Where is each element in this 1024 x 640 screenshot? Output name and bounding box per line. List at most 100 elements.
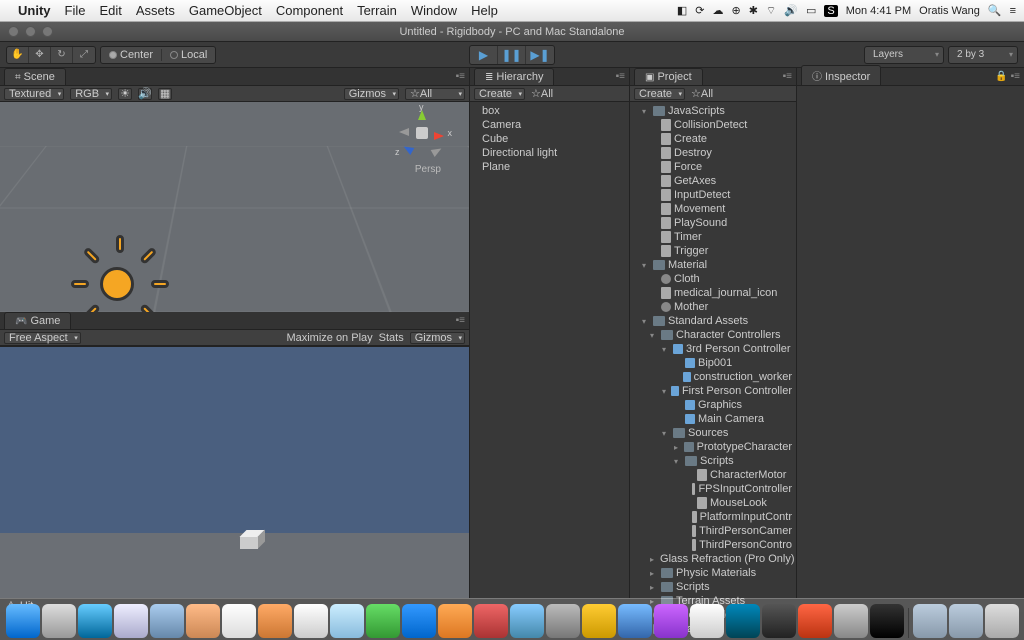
project-item[interactable]: MouseLook — [630, 496, 796, 510]
minimize-window-button[interactable] — [25, 26, 36, 37]
orientation-gizmo[interactable]: y x z — [399, 110, 444, 155]
rotate-tool[interactable]: ↻ — [51, 47, 73, 63]
menu-component[interactable]: Component — [276, 3, 343, 18]
project-item[interactable]: Create — [630, 132, 796, 146]
dock-messages[interactable] — [330, 604, 364, 638]
project-item[interactable]: ▸Physic Materials — [630, 566, 796, 580]
render-mode-dropdown[interactable]: RGB — [70, 88, 112, 100]
game-gizmos-dropdown[interactable]: Gizmos — [410, 332, 465, 344]
hierarchy-search[interactable]: ☆All — [531, 87, 553, 100]
dock-launchpad[interactable] — [42, 604, 76, 638]
dock-qq[interactable] — [690, 604, 724, 638]
stats-toggle[interactable]: Stats — [379, 332, 404, 344]
scale-tool[interactable]: ⤢ — [73, 47, 95, 63]
project-item[interactable]: Main Camera — [630, 412, 796, 426]
move-tool[interactable]: ✥ — [29, 47, 51, 63]
dock-itunes[interactable] — [402, 604, 436, 638]
project-item[interactable]: Movement — [630, 202, 796, 216]
dock-calendar[interactable] — [222, 604, 256, 638]
project-item[interactable]: ThirdPersonCamer — [630, 524, 796, 538]
dock-app[interactable] — [582, 604, 616, 638]
hand-tool[interactable]: ✋ — [7, 47, 29, 63]
hierarchy-item[interactable]: Directional light — [470, 146, 629, 160]
panel-menu-icon[interactable]: ▪≡ — [783, 71, 792, 82]
project-item[interactable]: GetAxes — [630, 174, 796, 188]
scene-viewport[interactable]: y x z Persp — [0, 102, 469, 312]
project-item[interactable]: ▾Standard Assets — [630, 314, 796, 328]
project-item[interactable]: ▾First Person Controller — [630, 384, 796, 398]
menu-file[interactable]: File — [65, 3, 86, 18]
hierarchy-tab[interactable]: ≣Hierarchy — [474, 68, 554, 85]
dock-trash[interactable] — [985, 604, 1019, 638]
project-item[interactable]: CollisionDetect — [630, 118, 796, 132]
project-search[interactable]: ☆All — [691, 87, 713, 100]
dock-notes[interactable] — [258, 604, 292, 638]
dock-app[interactable] — [834, 604, 868, 638]
dock-preview[interactable] — [510, 604, 544, 638]
tray-icon[interactable]: ⊕ — [731, 4, 740, 17]
dock-app[interactable] — [618, 604, 652, 638]
pause-button[interactable]: ❚❚ — [498, 46, 526, 64]
dock-appstore[interactable] — [78, 604, 112, 638]
dock-app[interactable] — [654, 604, 688, 638]
aspect-dropdown[interactable]: Free Aspect — [4, 332, 81, 344]
tray-wifi-icon[interactable]: ⌔ — [766, 4, 776, 18]
project-item[interactable]: ▾JavaScripts — [630, 104, 796, 118]
dock-app[interactable] — [798, 604, 832, 638]
menu-gameobject[interactable]: GameObject — [189, 3, 262, 18]
scene-tab[interactable]: ⌗Scene — [4, 68, 66, 85]
project-item[interactable]: ▾Scripts — [630, 454, 796, 468]
hierarchy-item[interactable]: Cube — [470, 132, 629, 146]
project-item[interactable]: ▸PrototypeCharacter — [630, 440, 796, 454]
project-item[interactable]: FPSInputController — [630, 482, 796, 496]
project-item[interactable]: ▾3rd Person Controller — [630, 342, 796, 356]
tray-user[interactable]: Oratis Wang — [919, 5, 980, 17]
notification-icon[interactable]: ≡ — [1010, 5, 1016, 17]
project-item[interactable]: medical_journal_icon — [630, 286, 796, 300]
project-item[interactable]: CharacterMotor — [630, 468, 796, 482]
project-item[interactable]: Force — [630, 160, 796, 174]
panel-menu-icon[interactable]: ▪≡ — [456, 315, 465, 326]
dock-ibooks[interactable] — [438, 604, 472, 638]
project-item[interactable]: ThirdPersonContro — [630, 538, 796, 552]
dock-mail[interactable] — [150, 604, 184, 638]
dock-facetime[interactable] — [366, 604, 400, 638]
project-item[interactable]: Destroy — [630, 146, 796, 160]
draw-mode-dropdown[interactable]: Textured — [4, 88, 64, 100]
hierarchy-create-dropdown[interactable]: Create — [474, 88, 525, 100]
app-menu[interactable]: Unity — [18, 3, 51, 18]
project-create-dropdown[interactable]: Create — [634, 88, 685, 100]
project-item[interactable]: Bip001 — [630, 356, 796, 370]
dock-folder[interactable] — [913, 604, 947, 638]
panel-menu-icon[interactable]: ▪≡ — [616, 71, 625, 82]
panel-menu-icon[interactable]: 🔒 ▪≡ — [995, 71, 1020, 82]
tray-volume-icon[interactable]: 🔊 — [784, 4, 798, 17]
scene-audio-toggle[interactable]: 🔊 — [138, 88, 152, 100]
hierarchy-item[interactable]: box — [470, 104, 629, 118]
project-item[interactable]: construction_worker — [630, 370, 796, 384]
maximize-on-play-toggle[interactable]: Maximize on Play — [286, 332, 372, 344]
layers-dropdown[interactable]: Layers — [864, 46, 944, 64]
dock-terminal[interactable] — [870, 604, 904, 638]
tray-icon[interactable]: S — [824, 5, 837, 17]
menu-help[interactable]: Help — [471, 3, 498, 18]
dock-contacts[interactable] — [186, 604, 220, 638]
project-item[interactable]: ▾Character Controllers — [630, 328, 796, 342]
menu-edit[interactable]: Edit — [99, 3, 121, 18]
menu-terrain[interactable]: Terrain — [357, 3, 397, 18]
inspector-tab[interactable]: ⓘInspector — [801, 65, 881, 85]
layout-dropdown[interactable]: 2 by 3 — [948, 46, 1018, 64]
dock-unity[interactable] — [762, 604, 796, 638]
scene-search[interactable]: ☆All — [405, 88, 465, 100]
hierarchy-item[interactable]: Camera — [470, 118, 629, 132]
tray-icon[interactable]: ✱ — [749, 4, 758, 17]
tray-clock[interactable]: Mon 4:41 PM — [846, 5, 911, 17]
project-tab[interactable]: ▣Project — [634, 68, 703, 85]
dock-reminders[interactable] — [294, 604, 328, 638]
tray-icon[interactable]: ☁ — [712, 4, 723, 17]
tray-icon[interactable]: ◧ — [677, 4, 687, 17]
tray-icon[interactable]: ⟳ — [695, 4, 704, 17]
gizmos-dropdown[interactable]: Gizmos — [344, 88, 399, 100]
close-window-button[interactable] — [8, 26, 19, 37]
project-item[interactable]: Trigger — [630, 244, 796, 258]
